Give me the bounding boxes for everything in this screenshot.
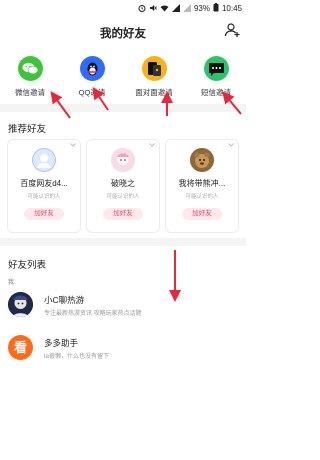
annotation-arrow bbox=[222, 91, 242, 115]
annotation-arrow bbox=[50, 91, 71, 119]
annotation-arrows bbox=[50, 87, 242, 302]
annotation-arrow bbox=[92, 87, 109, 111]
